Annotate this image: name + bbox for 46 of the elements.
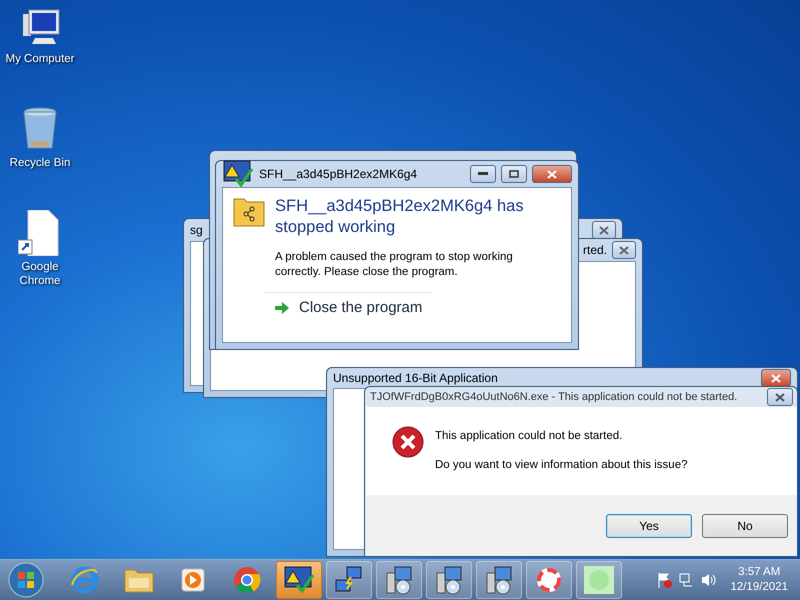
- arrow-icon: [275, 302, 289, 314]
- window-title: SFH__a3d45pBH2ex2MK6g4: [259, 167, 418, 181]
- maximize-button[interactable]: [501, 165, 527, 183]
- close-icon: [547, 170, 557, 178]
- close-icon: [775, 392, 785, 402]
- maximize-icon: [509, 170, 519, 178]
- error-message: This application could not be started.: [435, 429, 624, 444]
- volume-icon: [700, 572, 718, 588]
- desktop-icon-label[interactable]: Recycle Bin: [5, 156, 75, 170]
- dialog-button[interactable]: Yes: [606, 514, 692, 538]
- flag-icon: [656, 572, 672, 588]
- network-icon: [678, 572, 694, 588]
- clock[interactable]: 3:57 AM 12/19/2021: [724, 565, 794, 595]
- warning-monitor-icon: [222, 159, 254, 189]
- desktop-icon-label[interactable]: My Computer: [5, 52, 75, 66]
- windows-logo-icon: [8, 562, 44, 598]
- close-button[interactable]: [761, 369, 791, 387]
- clock-date: 12/19/2021: [730, 580, 788, 595]
- dialog-message: A problem caused the program to stop working correctly. Please close the program.: [275, 250, 514, 280]
- minimize-icon: [478, 172, 488, 176]
- error-icon: [391, 425, 425, 459]
- window-title: rted.: [582, 243, 607, 257]
- window-title: Unsupported 16-Bit Application: [333, 371, 499, 385]
- media-player-icon: [179, 566, 207, 594]
- app-icon: [582, 564, 616, 596]
- clock-time: 3:57 AM: [738, 565, 780, 580]
- close-icon: [619, 246, 629, 254]
- close-button[interactable]: [612, 241, 636, 259]
- desktop-icon-label[interactable]: Google Chrome: [5, 260, 75, 288]
- close-icon: [771, 374, 781, 382]
- close-button[interactable]: [767, 388, 793, 406]
- taskbar-button[interactable]: [276, 561, 322, 599]
- window-title: TJOfWFrdDgB0xRG4oUutNo6N.exe - This application could not be started.: [370, 391, 738, 403]
- folder-share-icon: [233, 196, 265, 228]
- minimize-button[interactable]: [470, 165, 496, 183]
- pinwheel-icon: [535, 566, 563, 594]
- close-button[interactable]: [532, 165, 572, 183]
- browser-icon: [232, 565, 262, 595]
- internet-explorer-icon: [70, 565, 100, 595]
- dialog-button[interactable]: No: [702, 514, 788, 538]
- error-question: Do you want to view information about this issue?: [435, 458, 688, 473]
- close-icon: [599, 226, 609, 234]
- window-title: sg: [190, 223, 203, 237]
- warning-monitor-icon: [283, 565, 315, 595]
- dialog-heading: SFH__a3d45pBH2ex2MK6g4 has stopped working: [275, 196, 525, 238]
- close-button[interactable]: [592, 221, 616, 239]
